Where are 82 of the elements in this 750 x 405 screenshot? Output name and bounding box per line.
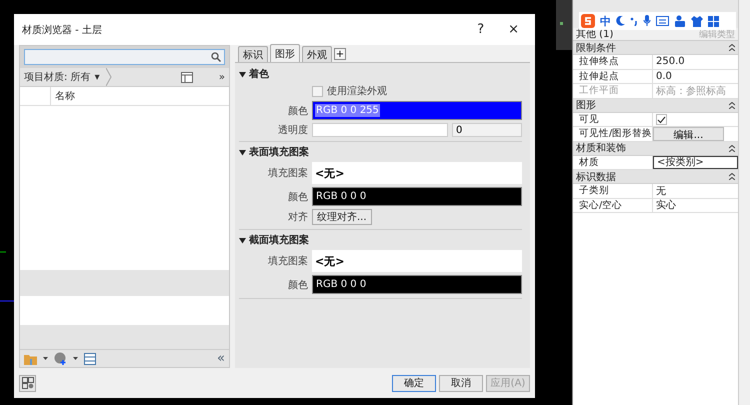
field-label: 颜色 bbox=[287, 278, 308, 292]
close-button[interactable]: × bbox=[500, 22, 527, 37]
user-settings-icon bbox=[674, 15, 686, 27]
microphone-icon bbox=[643, 15, 651, 27]
thumbnail-drawing bbox=[556, 0, 572, 50]
keyboard-icon bbox=[656, 16, 669, 26]
field-label: 颜色 bbox=[287, 104, 308, 118]
property-label: 材质 bbox=[573, 156, 653, 169]
section-title: 表面填充图案 bbox=[249, 145, 309, 159]
input-mode-indicator[interactable]: 中 bbox=[600, 14, 611, 28]
checkbox[interactable] bbox=[312, 86, 323, 96]
group-title: 材质和装饰 bbox=[576, 142, 626, 155]
property-value[interactable]: 250.0 bbox=[653, 55, 738, 68]
field-label: 填充图案 bbox=[267, 254, 308, 268]
checkbox-label: 使用渲染外观 bbox=[327, 84, 387, 98]
checkbox[interactable] bbox=[656, 114, 667, 125]
property-label: 可见 bbox=[573, 112, 653, 126]
group-title: 图形 bbox=[576, 99, 596, 112]
globe-add-icon bbox=[54, 352, 67, 365]
pattern-field[interactable]: <无> bbox=[312, 162, 522, 184]
search-icon bbox=[211, 52, 221, 62]
collapse-chevron-icon bbox=[729, 173, 735, 180]
tab[interactable]: 标识 bbox=[238, 46, 268, 62]
property-label: 工作平面 bbox=[573, 84, 653, 98]
punctuation-icon bbox=[630, 16, 638, 26]
section-title: 截面填充图案 bbox=[249, 233, 309, 247]
column-header[interactable]: 名称 bbox=[50, 87, 229, 105]
panel-icon bbox=[84, 352, 96, 364]
property-label: 实心/空心 bbox=[573, 198, 653, 212]
align-button[interactable]: 纹理对齐... bbox=[312, 209, 372, 225]
transparency-slider[interactable] bbox=[312, 123, 448, 137]
property-value[interactable]: 无 bbox=[653, 184, 738, 198]
collapse-chevron-icon bbox=[729, 44, 735, 51]
folder-icon bbox=[24, 352, 37, 364]
expand-button[interactable]: » bbox=[218, 72, 225, 82]
type-selector[interactable]: 其他 (1) bbox=[576, 27, 614, 41]
caret-icon bbox=[73, 357, 78, 360]
group-title: 标识数据 bbox=[576, 170, 616, 184]
collapse-triangle-icon[interactable] bbox=[239, 70, 246, 78]
field-label: 填充图案 bbox=[267, 166, 308, 180]
transparency-field[interactable]: 0 bbox=[452, 123, 522, 137]
breadcrumb-chevron-icon bbox=[106, 68, 112, 86]
section-title: 着色 bbox=[249, 67, 269, 81]
asset-browser-button[interactable] bbox=[19, 374, 36, 392]
search-field[interactable] bbox=[24, 49, 225, 65]
group-title: 限制条件 bbox=[576, 42, 616, 54]
collapse-triangle-icon[interactable] bbox=[239, 148, 246, 156]
color-swatch[interactable]: RGB 0 0 0 bbox=[312, 187, 522, 206]
color-value: RGB 0 0 0 bbox=[315, 278, 368, 291]
dialog-button[interactable]: 取消 bbox=[439, 374, 483, 392]
property-label: 子类别 bbox=[573, 184, 653, 198]
color-value: RGB 0 0 255 bbox=[315, 104, 380, 117]
property-value[interactable]: <按类别> bbox=[653, 156, 738, 169]
help-button[interactable]: ? bbox=[469, 22, 492, 37]
property-label: 拉伸起点 bbox=[573, 70, 653, 83]
edit-button[interactable]: 编辑... bbox=[653, 127, 724, 140]
property-value[interactable]: 0.0 bbox=[653, 70, 738, 83]
field-label: 颜色 bbox=[287, 190, 308, 204]
pattern-field[interactable]: <无> bbox=[312, 250, 522, 272]
field-label: 对齐 bbox=[287, 210, 308, 224]
filter-dropdown[interactable]: 项目材质: 所有 ▾ bbox=[24, 70, 100, 84]
grid-gear-icon bbox=[22, 377, 34, 389]
dialog-button[interactable]: 确定 bbox=[392, 374, 436, 392]
tab[interactable]: 图形 bbox=[270, 44, 300, 62]
collapse-chevron-icon bbox=[729, 102, 735, 108]
scrollbar[interactable] bbox=[738, 0, 750, 405]
apps-grid-icon bbox=[708, 16, 719, 26]
add-tab-button[interactable]: + bbox=[334, 48, 346, 60]
tab[interactable]: 外观 bbox=[302, 46, 332, 62]
property-label: 拉伸终点 bbox=[573, 55, 653, 68]
property-value[interactable]: 实心 bbox=[653, 198, 738, 212]
caret-icon bbox=[43, 357, 48, 360]
color-swatch[interactable]: RGB 0 0 0 bbox=[312, 275, 522, 294]
window-title: 材质浏览器 - 土层 bbox=[22, 24, 102, 36]
collapse-button[interactable]: « bbox=[217, 351, 225, 366]
color-value: RGB 0 0 0 bbox=[315, 190, 368, 203]
collapse-chevron-icon bbox=[729, 144, 735, 152]
field-label: 透明度 bbox=[277, 124, 308, 137]
panel-layout-icon bbox=[180, 72, 193, 82]
collapse-triangle-icon[interactable] bbox=[239, 236, 246, 244]
moon-icon bbox=[616, 16, 625, 26]
shirt-icon bbox=[691, 16, 703, 26]
